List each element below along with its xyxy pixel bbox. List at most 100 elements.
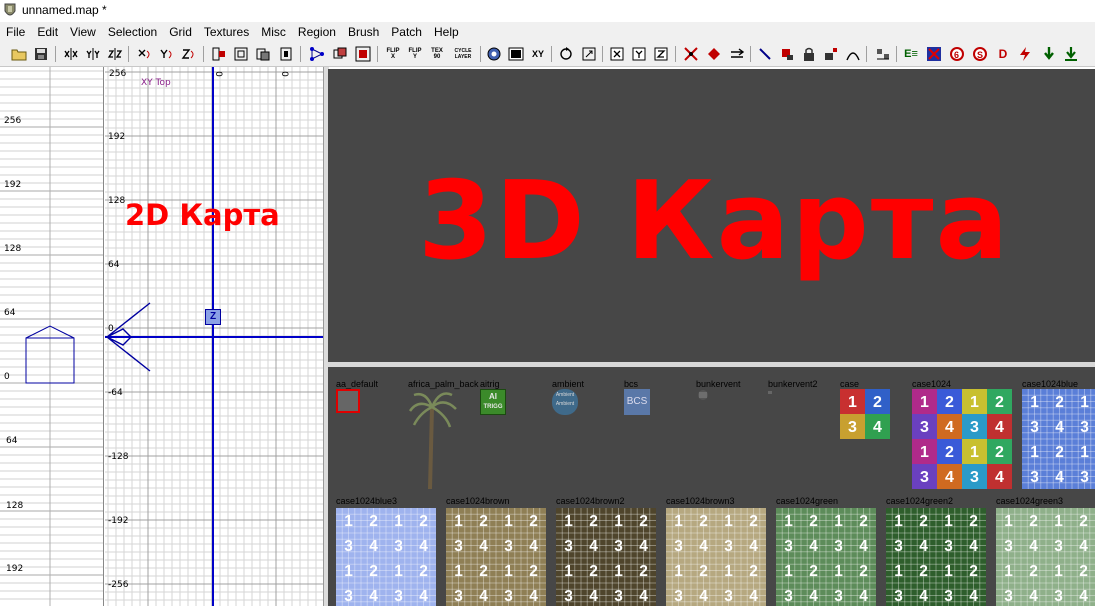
texture-case1024green[interactable]: 1212343412123434 — [776, 508, 876, 606]
rotate-x-icon[interactable] — [135, 45, 153, 63]
axis-z-button[interactable] — [652, 45, 670, 63]
axis-x-button[interactable] — [608, 45, 626, 63]
rotate-z-icon[interactable] — [179, 45, 197, 63]
menu-textures[interactable]: Textures — [198, 22, 255, 42]
texture-bunkervent2[interactable] — [768, 391, 772, 394]
texture-case1024brown3[interactable]: 1212343412123434 — [666, 508, 766, 606]
menu-file[interactable]: File — [0, 22, 31, 42]
texture-case1024blue[interactable]: 1212343412123434 — [1022, 389, 1095, 489]
texture-case1024green2[interactable]: 1212343412123434 — [886, 508, 986, 606]
filter-icon[interactable] — [874, 45, 892, 63]
no-entities-icon[interactable]: 6 — [948, 45, 966, 63]
svg-text:1: 1 — [674, 513, 683, 530]
tex-90-button[interactable]: TEX 90 — [428, 45, 446, 63]
side-view-panel[interactable]: 256 192 128 64 0 64 128 192 — [0, 67, 104, 606]
texture-case1024[interactable]: 1212343412123434 — [912, 389, 1012, 489]
main-toolbar: FLIP X FLIP Y TEX 90 CYCLE LAYER XY E≡ 6… — [0, 42, 1095, 67]
menu-region[interactable]: Region — [292, 22, 342, 42]
arrow-down-plane-icon[interactable] — [1062, 45, 1080, 63]
patch-diamond-icon[interactable] — [705, 45, 723, 63]
svg-text:4: 4 — [969, 538, 978, 555]
texture-aitrig[interactable]: AI TRIGG — [480, 389, 506, 415]
menu-selection[interactable]: Selection — [102, 22, 163, 42]
clip-icon[interactable] — [277, 45, 295, 63]
svg-text:1: 1 — [394, 563, 403, 580]
axis-y-button[interactable] — [630, 45, 648, 63]
flip-x-icon[interactable] — [62, 45, 80, 63]
texture-case1024blue3[interactable]: 1212343412123434 — [336, 508, 436, 606]
rotate-y-icon[interactable] — [157, 45, 175, 63]
texture-window-icon[interactable] — [507, 45, 525, 63]
view-xy-button[interactable]: XY — [529, 45, 547, 63]
flip-y-icon[interactable] — [84, 45, 102, 63]
no-brushes-icon[interactable]: S — [971, 45, 989, 63]
texture-bunkervent[interactable] — [696, 389, 710, 401]
patch-cut-icon[interactable] — [682, 45, 700, 63]
svg-text:1: 1 — [1054, 513, 1063, 530]
select-inside-icon[interactable] — [354, 45, 372, 63]
svg-text:4: 4 — [589, 538, 598, 555]
svg-text:4: 4 — [1029, 538, 1038, 555]
svg-text:2: 2 — [1055, 444, 1064, 461]
top-view-panel[interactable]: 256 0 0 XY Top 192 128 64 0 -64 -128 -19… — [105, 67, 323, 606]
detail-button[interactable]: D — [994, 45, 1012, 63]
rotate-view-icon[interactable] — [557, 45, 575, 63]
brush-icon[interactable] — [778, 45, 796, 63]
camera-icon[interactable] — [485, 45, 503, 63]
texture-africa-palm-back[interactable] — [408, 389, 458, 489]
menu-brush[interactable]: Brush — [342, 22, 385, 42]
csg-merge-icon[interactable] — [254, 45, 272, 63]
show-blocks-icon[interactable] — [925, 45, 943, 63]
menu-grid[interactable]: Grid — [163, 22, 198, 42]
camera-view-panel[interactable]: 3D Карта — [328, 69, 1095, 362]
texture-name: case1024brown — [446, 496, 510, 506]
svg-text:4: 4 — [1079, 538, 1088, 555]
flip-z-icon[interactable] — [106, 45, 124, 63]
menu-help[interactable]: Help — [428, 22, 465, 42]
menu-view[interactable]: View — [64, 22, 102, 42]
svg-text:1: 1 — [920, 394, 929, 411]
overlay-3d-label: 3D Карта — [418, 159, 1011, 284]
select-vertices-icon[interactable] — [308, 45, 326, 63]
svg-text:1: 1 — [344, 513, 353, 530]
svg-text:4: 4 — [1079, 588, 1088, 605]
texture-lock-icon[interactable] — [822, 45, 840, 63]
svg-text:3: 3 — [1004, 538, 1013, 555]
flip-x-text-button[interactable]: FLIP X — [384, 45, 402, 63]
flip-y-text-button[interactable]: FLIP Y — [406, 45, 424, 63]
entity-list-button[interactable]: E≡ — [902, 45, 920, 63]
texture-browser-panel[interactable]: aa_default africa_palm_back aitrig ambie… — [328, 367, 1095, 606]
select-complete-icon[interactable] — [331, 45, 349, 63]
arrow-down-icon[interactable] — [1040, 45, 1058, 63]
svg-text:3: 3 — [1054, 538, 1063, 555]
z-marker[interactable]: Z — [205, 309, 221, 325]
svg-text:2: 2 — [969, 563, 978, 580]
svg-text:4: 4 — [639, 538, 648, 555]
svg-text:3: 3 — [944, 588, 953, 605]
side-tick: 192 — [4, 180, 22, 190]
menu-patch[interactable]: Patch — [385, 22, 428, 42]
save-icon[interactable] — [32, 45, 50, 63]
scale-icon[interactable] — [580, 45, 598, 63]
curve-icon[interactable] — [844, 45, 862, 63]
menu-misc[interactable]: Misc — [255, 22, 292, 42]
texture-case1024green3[interactable]: 1212343412123434 — [996, 508, 1095, 606]
texture-bcs[interactable]: BCS — [624, 389, 650, 415]
texture-aa-default[interactable] — [336, 389, 360, 413]
cycle-layer-button[interactable]: CYCLE LAYER — [450, 45, 476, 63]
open-folder-icon[interactable] — [10, 45, 28, 63]
lightning-icon[interactable] — [1016, 45, 1034, 63]
top-tick: 0 — [278, 71, 289, 77]
texture-name: case1024brown2 — [556, 496, 625, 506]
patch-arrows-icon[interactable] — [728, 45, 746, 63]
menu-edit[interactable]: Edit — [31, 22, 64, 42]
texture-case1024brown2[interactable]: 1212343412123434 — [556, 508, 656, 606]
texture-ambient[interactable]: Ambient Ambient — [552, 389, 578, 415]
csg-hollow-icon[interactable] — [232, 45, 250, 63]
connect-icon[interactable] — [756, 45, 774, 63]
svg-text:1: 1 — [834, 563, 843, 580]
texture-case[interactable]: 1234 — [840, 389, 890, 439]
csg-subtract-icon[interactable] — [210, 45, 228, 63]
texture-case1024brown[interactable]: 1212343412123434 — [446, 508, 546, 606]
lock-icon[interactable] — [800, 45, 818, 63]
